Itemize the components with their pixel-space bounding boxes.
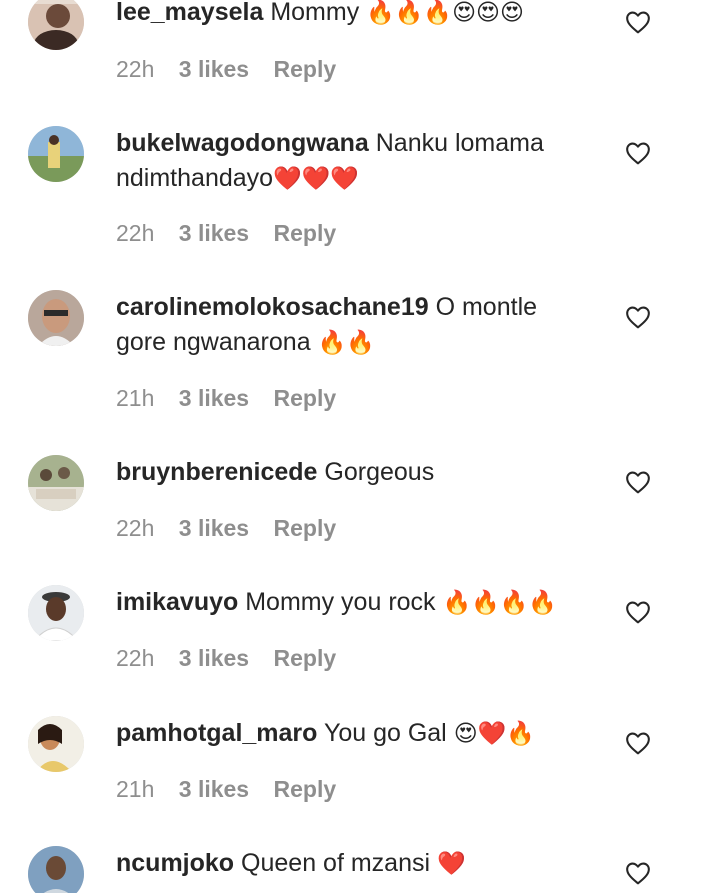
comment-text: pamhotgal_maro You go Gal 😍❤️🔥 — [116, 716, 591, 752]
comment-body: Queen of mzansi — [241, 849, 431, 877]
comment-timestamp: 22h — [116, 515, 155, 541]
heart-outline-icon[interactable] — [625, 10, 651, 34]
user-avatar-icon[interactable] — [28, 846, 84, 893]
comment-text: ncumjoko Queen of mzansi ❤️ — [116, 846, 591, 882]
comment-timestamp: 21h — [116, 385, 155, 411]
comment-likes-count[interactable]: 3 likes — [179, 776, 249, 802]
heart-outline-icon[interactable] — [625, 141, 651, 165]
comment-username[interactable]: carolinemolokosachane19 — [116, 293, 429, 321]
comment-meta: 22h 3 likes Reply — [116, 219, 354, 247]
comment-meta: 22h 3 likes Reply — [116, 514, 354, 542]
comment-likes-count[interactable]: 3 likes — [179, 515, 249, 541]
comment-likes-count[interactable]: 3 likes — [179, 645, 249, 671]
heart-outline-icon[interactable] — [625, 305, 651, 329]
comment-username[interactable]: lee_maysela — [116, 0, 263, 26]
comment-username[interactable]: imikavuyo — [116, 588, 238, 616]
comment-meta: 22h 3 likes Reply — [116, 644, 354, 672]
comment-username[interactable]: pamhotgal_maro — [116, 719, 317, 747]
comment-text: carolinemolokosachane19 O montle gore ng… — [116, 290, 591, 361]
heart-outline-icon[interactable] — [625, 470, 651, 494]
comment-emojis: ❤️ — [436, 851, 466, 877]
comment-body: You go Gal — [323, 719, 447, 747]
comment-text: lee_maysela Mommy 🔥🔥🔥😍😍😍 — [116, 0, 591, 31]
comment-meta: 21h 3 likes Reply — [116, 384, 354, 412]
reply-button[interactable]: Reply — [274, 515, 337, 541]
comment-username[interactable]: bukelwagodongwana — [116, 129, 369, 157]
comment-username[interactable]: bruynberenicede — [116, 458, 317, 486]
reply-button[interactable]: Reply — [274, 385, 337, 411]
comment-likes-count[interactable]: 3 likes — [179, 385, 249, 411]
comment-likes-count[interactable]: 3 likes — [179, 220, 249, 246]
user-avatar-icon[interactable] — [28, 455, 84, 511]
heart-outline-icon[interactable] — [625, 861, 651, 885]
comment-emojis: 🔥🔥🔥😍😍😍 — [366, 0, 525, 26]
comment-emojis: 🔥🔥🔥🔥 — [442, 590, 558, 616]
user-avatar-icon[interactable] — [28, 585, 84, 641]
reply-button[interactable]: Reply — [274, 645, 337, 671]
comment-emojis: 😍❤️🔥 — [453, 721, 535, 747]
comment-body: Gorgeous — [324, 458, 435, 486]
user-avatar-icon[interactable] — [28, 126, 84, 182]
user-avatar-icon[interactable] — [28, 716, 84, 772]
heart-outline-icon[interactable] — [625, 600, 651, 624]
comment-emojis: ❤️❤️❤️ — [273, 166, 359, 192]
user-avatar-icon[interactable] — [28, 0, 84, 50]
comment-text: imikavuyo Mommy you rock 🔥🔥🔥🔥 — [116, 585, 591, 621]
heart-outline-icon[interactable] — [625, 731, 651, 755]
comment-body: Mommy — [270, 0, 360, 26]
reply-button[interactable]: Reply — [274, 220, 337, 246]
comment-body: Mommy you rock — [245, 588, 436, 616]
comment-likes-count[interactable]: 3 likes — [179, 56, 249, 82]
comment-timestamp: 21h — [116, 776, 155, 802]
comment-meta: 21h 3 likes Reply — [116, 775, 354, 803]
comment-timestamp: 22h — [116, 220, 155, 246]
reply-button[interactable]: Reply — [274, 776, 337, 802]
comment-timestamp: 22h — [116, 645, 155, 671]
user-avatar-icon[interactable] — [28, 290, 84, 346]
comments-list: lee_maysela Mommy 🔥🔥🔥😍😍😍 22h 3 likes Rep… — [0, 0, 720, 893]
reply-button[interactable]: Reply — [274, 56, 337, 82]
comment-text: bukelwagodongwana Nanku lomama ndimthand… — [116, 126, 591, 197]
comment-emojis: 🔥🔥 — [317, 330, 375, 356]
comment-timestamp: 22h — [116, 56, 155, 82]
comment-meta: 22h 3 likes Reply — [116, 55, 354, 83]
comment-username[interactable]: ncumjoko — [116, 849, 234, 877]
comment-text: bruynberenicede Gorgeous — [116, 455, 591, 490]
